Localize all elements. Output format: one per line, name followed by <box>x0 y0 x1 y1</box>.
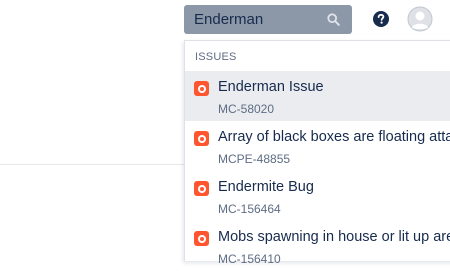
user-avatar-icon[interactable] <box>407 6 433 32</box>
issue-result-item[interactable]: Mobs spawning in house or lit up area MC… <box>185 221 450 271</box>
bug-icon <box>194 81 209 96</box>
bug-icon <box>194 181 209 196</box>
bug-icon <box>194 231 209 246</box>
issue-title[interactable]: Array of black boxes are floating attac <box>218 129 450 145</box>
section-title-issues: ISSUES <box>195 51 237 63</box>
issue-result-item[interactable]: Endermite Bug MC-156464 <box>185 171 450 221</box>
issue-key: MC-156410 <box>218 252 281 266</box>
search-field[interactable]: Enderman <box>184 5 352 34</box>
search-results-dropdown: ISSUES Enderman Issue MC-58020 Array of … <box>184 40 450 266</box>
issue-title[interactable]: Mobs spawning in house or lit up area <box>218 229 450 245</box>
issue-key: MC-156464 <box>218 202 281 216</box>
issue-title[interactable]: Endermite Bug <box>218 179 314 195</box>
issue-result-item[interactable]: Array of black boxes are floating attac … <box>185 121 450 171</box>
search-icon[interactable] <box>327 13 340 26</box>
issue-key: MC-58020 <box>218 102 275 116</box>
issue-key: MCPE-48855 <box>218 152 291 166</box>
help-icon[interactable] <box>372 10 390 28</box>
issue-result-item[interactable]: Enderman Issue MC-58020 <box>185 71 450 121</box>
search-input-value[interactable]: Enderman <box>194 11 263 28</box>
bug-icon <box>194 131 209 146</box>
issue-title[interactable]: Enderman Issue <box>218 79 324 95</box>
content-divider <box>0 164 184 165</box>
